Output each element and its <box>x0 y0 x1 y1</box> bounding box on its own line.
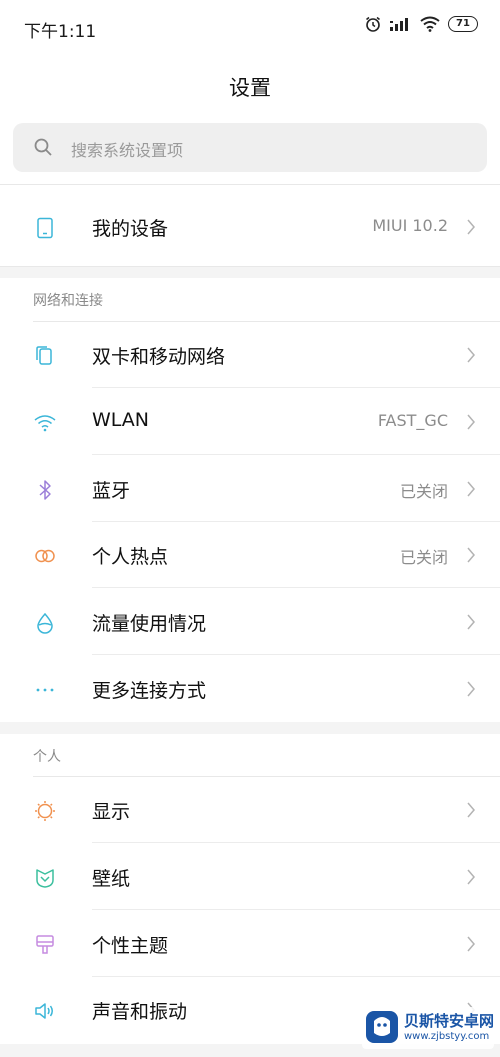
chevron-right-icon <box>467 347 475 363</box>
status-time: 下午1:11 <box>24 22 97 42</box>
search-placeholder: 搜索系统设置项 <box>71 141 184 160</box>
chevron-right-icon <box>467 614 475 630</box>
alarm-icon <box>366 16 380 32</box>
sun-icon <box>35 801 55 821</box>
wifi-status-icon <box>420 16 440 32</box>
row-more-connections[interactable]: 更多连接方式 <box>0 656 500 722</box>
section-spacer <box>0 266 500 278</box>
chevron-right-icon <box>467 936 475 952</box>
row-dual-sim[interactable]: 双卡和移动网络 <box>0 322 500 388</box>
row-value: MIUI 10.2 <box>372 216 448 235</box>
row-themes[interactable]: 个性主题 <box>0 911 500 977</box>
status-bar: 下午1:11 71 <box>0 0 500 56</box>
row-label: 个人热点 <box>92 546 169 568</box>
section-spacer <box>0 722 500 734</box>
row-label: 更多连接方式 <box>92 680 207 702</box>
row-hotspot[interactable]: 个人热点 已关闭 <box>0 522 500 588</box>
row-label: 我的设备 <box>92 218 169 240</box>
data-usage-icon <box>37 612 53 634</box>
row-label: 壁纸 <box>92 868 131 890</box>
row-value: FAST_GC <box>377 411 448 430</box>
watermark-logo-icon <box>366 1011 398 1043</box>
chevron-right-icon <box>467 869 475 885</box>
search-icon <box>34 138 52 156</box>
row-label: 双卡和移动网络 <box>92 346 226 368</box>
chevron-right-icon <box>467 681 475 697</box>
divider <box>0 266 500 267</box>
search-input[interactable]: 搜索系统设置项 <box>13 123 487 172</box>
row-divider <box>92 909 500 910</box>
section-header-personal: 个人 <box>33 749 61 765</box>
row-my-device[interactable]: 我的设备 MIUI 10.2 <box>0 194 500 260</box>
row-label: 个性主题 <box>92 935 169 957</box>
row-value: 已关闭 <box>399 482 448 501</box>
row-divider <box>92 587 500 588</box>
chevron-right-icon <box>467 802 475 818</box>
site-watermark: 贝斯特安卓网 www.zjbstyy.com <box>362 1007 494 1049</box>
row-label: 声音和振动 <box>92 1001 188 1023</box>
row-label: 蓝牙 <box>92 480 131 502</box>
row-label: 显示 <box>92 801 131 823</box>
hotspot-icon <box>35 549 55 563</box>
row-divider <box>92 454 500 455</box>
chevron-right-icon <box>467 414 475 430</box>
row-value: 已关闭 <box>399 548 448 567</box>
sim-card-icon <box>36 346 52 365</box>
divider <box>0 184 500 185</box>
row-data-usage[interactable]: 流量使用情况 <box>0 589 500 655</box>
status-icons: 71 <box>364 15 478 33</box>
row-label: 流量使用情况 <box>92 613 207 635</box>
speaker-icon <box>35 1003 53 1019</box>
phone-icon <box>37 217 53 239</box>
row-wallpaper[interactable]: 壁纸 <box>0 844 500 910</box>
row-divider <box>92 387 500 388</box>
row-label: WLAN <box>92 409 150 431</box>
row-divider <box>92 654 500 655</box>
row-divider <box>92 842 500 843</box>
row-wlan[interactable]: WLAN FAST_GC <box>0 389 500 455</box>
watermark-url: www.zjbstyy.com <box>404 1031 490 1042</box>
signal-icon <box>390 18 408 31</box>
row-bluetooth[interactable]: 蓝牙 已关闭 <box>0 456 500 522</box>
chevron-right-icon <box>467 219 475 235</box>
wallpaper-icon <box>36 869 54 888</box>
theme-brush-icon <box>36 935 54 954</box>
wifi-icon <box>34 415 56 432</box>
page-title: 设置 <box>229 76 271 100</box>
bluetooth-icon <box>39 480 51 500</box>
chevron-right-icon <box>467 547 475 563</box>
watermark-title: 贝斯特安卓网 <box>404 1012 495 1030</box>
battery-icon: 71 <box>448 16 478 32</box>
row-display[interactable]: 显示 <box>0 777 500 843</box>
chevron-right-icon <box>467 481 475 497</box>
more-dots-icon <box>36 688 54 692</box>
section-header-network: 网络和连接 <box>33 293 103 309</box>
